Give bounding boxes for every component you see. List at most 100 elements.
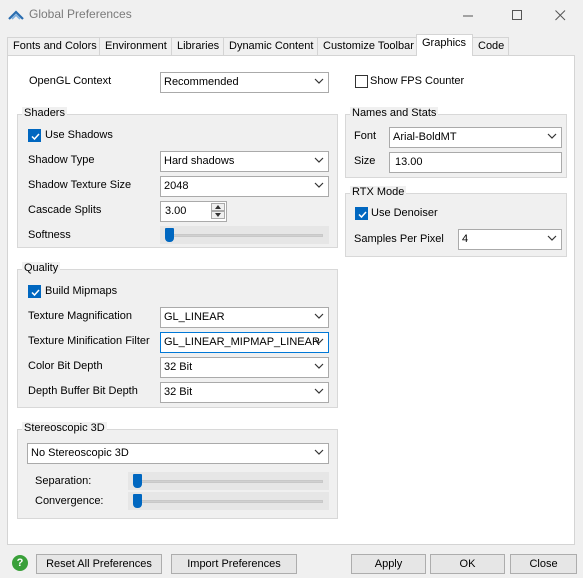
- shadow-type-label: Shadow Type: [28, 154, 95, 166]
- chevron-down-icon: [314, 313, 324, 319]
- maximize-icon: [511, 9, 522, 20]
- texture-minification-label: Texture Minification Filter: [28, 335, 150, 347]
- use-denoiser-checkbox[interactable]: [355, 207, 368, 220]
- use-shadows-checkbox[interactable]: [28, 129, 41, 142]
- chevron-down-icon: [547, 133, 557, 139]
- use-shadows-label: Use Shadows: [45, 129, 113, 141]
- ok-button[interactable]: OK: [430, 554, 505, 574]
- field-value: 13.00: [395, 156, 423, 168]
- checkmark-icon: [358, 211, 367, 219]
- slider-track: [134, 500, 323, 503]
- size-field[interactable]: 13.00: [389, 152, 562, 173]
- color-bit-depth-label: Color Bit Depth: [28, 360, 103, 372]
- chevron-down-icon: [314, 338, 324, 344]
- softness-label: Softness: [28, 229, 71, 241]
- app-logo-icon: [8, 10, 24, 20]
- button-label: Import Preferences: [187, 558, 281, 570]
- spin-buttons: [211, 203, 225, 220]
- rtx-mode-group-title: RTX Mode: [350, 186, 407, 198]
- softness-slider[interactable]: [160, 226, 329, 244]
- tab-environment[interactable]: Environment: [99, 37, 172, 56]
- shadow-texture-size-select[interactable]: 2048: [160, 176, 329, 197]
- spin-up-button[interactable]: [211, 203, 225, 211]
- separation-slider[interactable]: [128, 472, 329, 490]
- help-icon[interactable]: ?: [12, 555, 28, 571]
- tab-customize-toolbar[interactable]: Customize Toolbar: [317, 37, 417, 56]
- font-label: Font: [354, 130, 377, 142]
- title-bar: Global Preferences: [0, 0, 583, 30]
- texture-magnification-select[interactable]: GL_LINEAR: [160, 307, 329, 328]
- color-bit-depth-select[interactable]: 32 Bit: [160, 357, 329, 378]
- slider-thumb[interactable]: [133, 494, 142, 508]
- size-label: Size: [354, 155, 376, 167]
- opengl-context-select[interactable]: Recommended: [160, 72, 329, 93]
- use-denoiser-label: Use Denoiser: [371, 207, 438, 219]
- show-fps-checkbox[interactable]: [355, 75, 368, 88]
- tab-fonts-and-colors[interactable]: Fonts and Colors: [7, 37, 100, 56]
- names-and-stats-group: Names and Stats Font Arial-BoldMT Size 1…: [345, 107, 567, 178]
- slider-thumb[interactable]: [133, 474, 142, 488]
- tab-label: Fonts and Colors: [13, 40, 97, 52]
- arrow-up-icon: [215, 205, 221, 209]
- slider-track: [166, 234, 323, 237]
- reset-all-preferences-button[interactable]: Reset All Preferences: [36, 554, 162, 574]
- graphics-panel: OpenGL Context Recommended Show FPS Coun…: [7, 55, 575, 545]
- import-preferences-button[interactable]: Import Preferences: [171, 554, 297, 574]
- minimize-icon: [462, 15, 473, 16]
- chevron-down-icon: [314, 182, 324, 188]
- chevron-down-icon: [547, 235, 557, 241]
- show-fps-label: Show FPS Counter: [370, 75, 465, 87]
- tab-dynamic-content[interactable]: Dynamic Content: [223, 37, 318, 56]
- depth-buffer-bit-depth-select[interactable]: 32 Bit: [160, 382, 329, 403]
- chevron-down-icon: [314, 449, 324, 455]
- apply-button[interactable]: Apply: [351, 554, 426, 574]
- slider-track: [134, 480, 323, 483]
- button-label: Apply: [374, 558, 403, 570]
- select-value: Recommended: [164, 76, 239, 88]
- tab-code[interactable]: Code: [472, 37, 509, 56]
- tab-label: Environment: [105, 40, 167, 52]
- opengl-context-label: OpenGL Context: [29, 75, 112, 87]
- stereoscopic-3d-group: Stereoscopic 3D No Stereoscopic 3D Separ…: [17, 422, 338, 519]
- depth-buffer-bit-depth-label: Depth Buffer Bit Depth: [28, 385, 138, 397]
- minimize-button[interactable]: [445, 0, 491, 30]
- stereoscopic-mode-select[interactable]: No Stereoscopic 3D: [27, 443, 329, 464]
- maximize-button[interactable]: [494, 0, 540, 30]
- close-window-button[interactable]: [537, 0, 583, 30]
- select-value: 32 Bit: [164, 361, 193, 373]
- button-label: Reset All Preferences: [46, 558, 152, 570]
- rtx-mode-group: RTX Mode Use Denoiser Samples Per Pixel …: [345, 186, 567, 257]
- stereoscopic-3d-group-title: Stereoscopic 3D: [22, 422, 107, 434]
- select-value: Arial-BoldMT: [393, 131, 457, 143]
- window-title: Global Preferences: [29, 7, 132, 21]
- close-button[interactable]: Close: [510, 554, 577, 574]
- tab-libraries[interactable]: Libraries: [171, 37, 224, 56]
- samples-per-pixel-select[interactable]: 4: [458, 229, 562, 250]
- separation-label: Separation:: [35, 475, 92, 487]
- texture-magnification-label: Texture Magnification: [28, 310, 132, 322]
- select-value: No Stereoscopic 3D: [31, 447, 129, 459]
- tab-graphics[interactable]: Graphics: [416, 34, 473, 56]
- button-label: OK: [459, 558, 476, 570]
- font-select[interactable]: Arial-BoldMT: [389, 127, 562, 148]
- select-value: GL_LINEAR: [164, 311, 225, 323]
- select-value: 4: [462, 233, 469, 245]
- build-mipmaps-label: Build Mipmaps: [45, 285, 118, 297]
- shadow-texture-size-label: Shadow Texture Size: [28, 179, 132, 191]
- select-value: 32 Bit: [164, 386, 193, 398]
- checkmark-icon: [31, 133, 40, 141]
- cascade-splits-spinbox[interactable]: 3.00: [160, 201, 227, 222]
- convergence-slider[interactable]: [128, 492, 329, 510]
- texture-minification-select[interactable]: GL_LINEAR_MIPMAP_LINEAR: [160, 332, 329, 353]
- spin-down-button[interactable]: [211, 211, 225, 219]
- tab-label: Code: [478, 40, 505, 52]
- build-mipmaps-checkbox[interactable]: [28, 285, 41, 298]
- samples-per-pixel-label: Samples Per Pixel: [354, 233, 444, 245]
- shadow-type-select[interactable]: Hard shadows: [160, 151, 329, 172]
- arrow-down-icon: [215, 213, 221, 217]
- tab-label: Dynamic Content: [229, 40, 314, 52]
- cascade-splits-label: Cascade Splits: [28, 204, 102, 216]
- close-icon: [554, 9, 565, 20]
- slider-thumb[interactable]: [165, 228, 174, 242]
- shaders-group-title: Shaders: [22, 107, 67, 119]
